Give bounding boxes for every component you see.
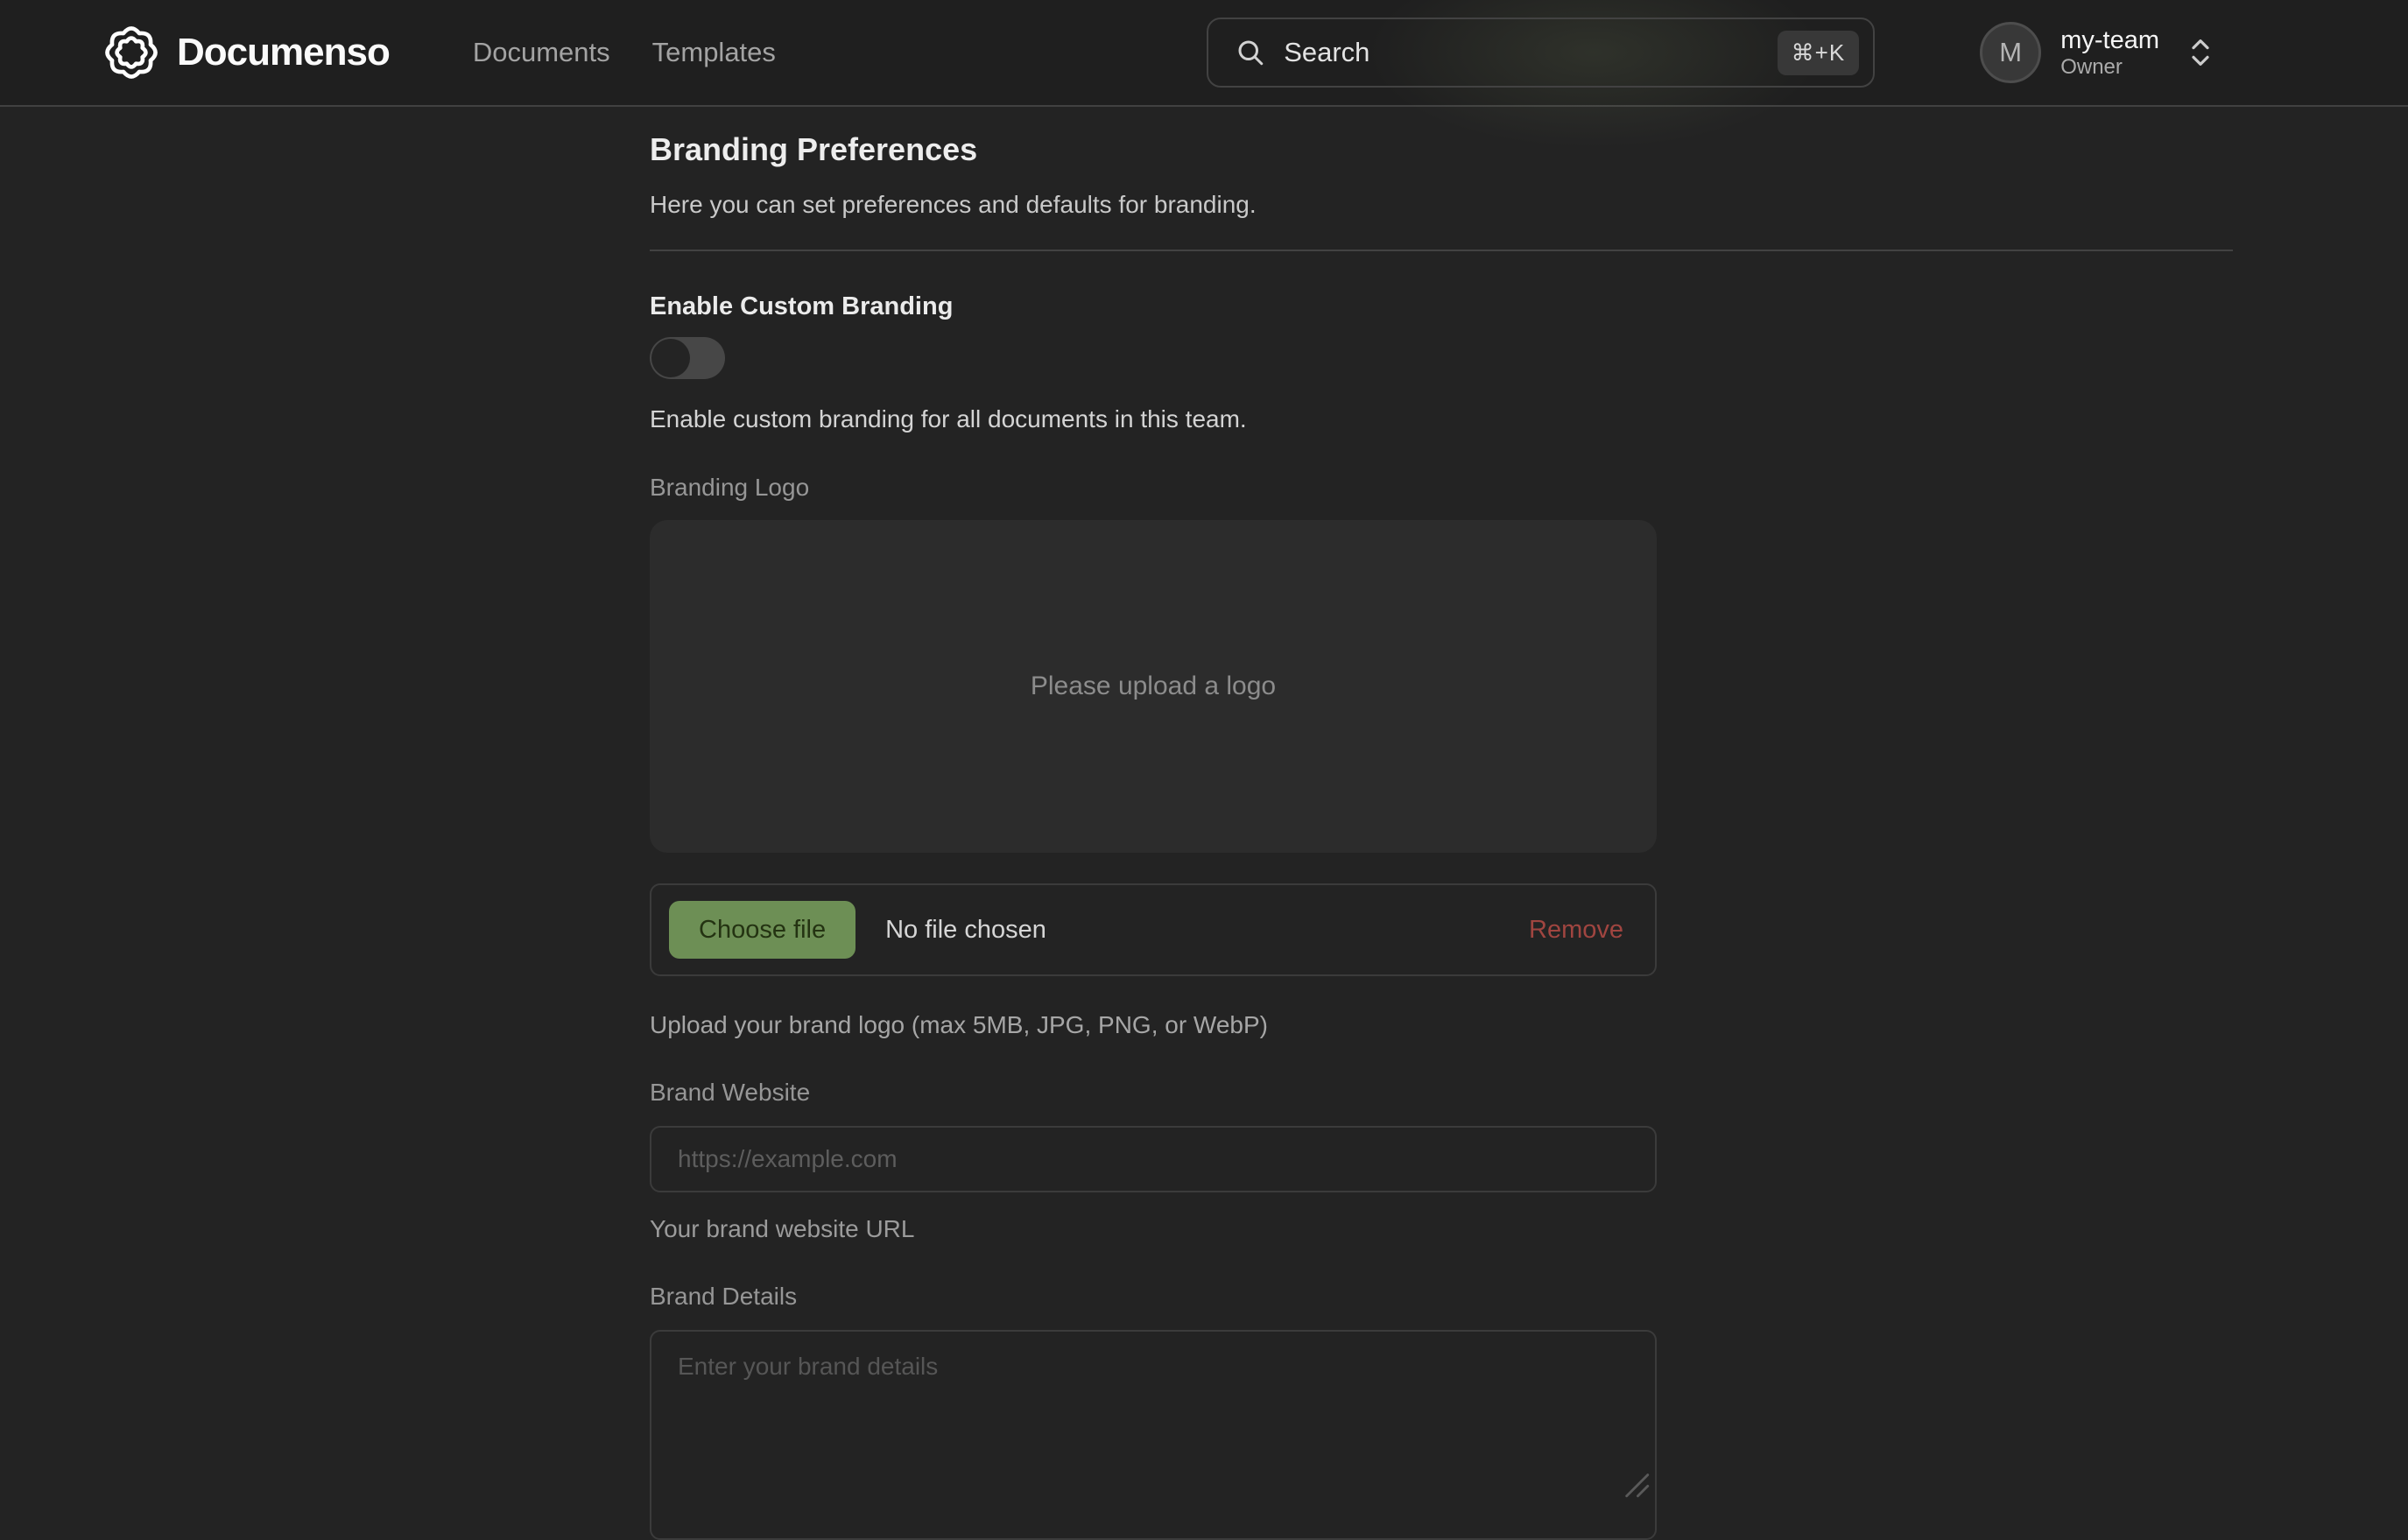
logo-upload-area[interactable]: Please upload a logo <box>650 520 1657 853</box>
remove-button[interactable]: Remove <box>1529 916 1623 945</box>
page-subtitle: Here you can set preferences and default… <box>650 190 2408 220</box>
file-input-row: Choose file No file chosen Remove <box>650 883 1657 976</box>
search-input[interactable]: Search ⌘+K <box>1207 18 1875 88</box>
team-name: my-team <box>2060 26 2159 55</box>
section-divider <box>650 250 2233 251</box>
brand-website-input[interactable] <box>650 1126 1657 1192</box>
navbar: Documenso Documents Templates Search ⌘+K… <box>0 0 2408 107</box>
avatar: M <box>1980 22 2041 83</box>
logo-helper-text: Upload your brand logo (max 5MB, JPG, PN… <box>650 1010 1657 1040</box>
account-menu[interactable]: M my-team Owner <box>1980 22 2215 83</box>
team-role: Owner <box>2060 55 2159 80</box>
branding-form: Enable Custom Branding Enable custom bra… <box>650 291 1657 1540</box>
branding-logo-label: Branding Logo <box>650 473 1657 503</box>
logo-upload-placeholder: Please upload a logo <box>1031 672 1276 701</box>
page-title: Branding Preferences <box>650 130 2408 169</box>
choose-file-button[interactable]: Choose file <box>669 901 855 959</box>
nav-link-templates[interactable]: Templates <box>652 37 776 68</box>
brand-details-field <box>650 1330 1657 1540</box>
main-nav: Documents Templates <box>473 37 776 68</box>
brand-website-label: Brand Website <box>650 1078 1657 1108</box>
toggle-knob <box>651 339 690 377</box>
main-content: Branding Preferences Here you can set pr… <box>0 130 2408 1540</box>
file-chosen-text: No file chosen <box>885 916 1046 945</box>
brand-details-label: Brand Details <box>650 1282 1657 1311</box>
documenso-logo-icon <box>100 21 163 84</box>
brand-logo[interactable]: Documenso <box>100 21 390 84</box>
enable-custom-branding-label: Enable Custom Branding <box>650 291 1657 322</box>
nav-link-documents[interactable]: Documents <box>473 37 610 68</box>
brand-details-textarea[interactable] <box>650 1330 1657 1540</box>
enable-custom-branding-toggle[interactable] <box>650 337 725 379</box>
chevron-up-down-icon <box>2186 35 2215 70</box>
enable-custom-branding-description: Enable custom branding for all documents… <box>650 404 1657 434</box>
search-icon <box>1235 37 1266 68</box>
brand-name: Documenso <box>177 31 390 74</box>
search-placeholder: Search <box>1284 37 1369 68</box>
website-helper-text: Your brand website URL <box>650 1214 1657 1244</box>
resize-handle-icon[interactable] <box>1622 1470 1651 1500</box>
search-shortcut-badge: ⌘+K <box>1778 31 1860 75</box>
account-text: my-team Owner <box>2060 26 2159 80</box>
avatar-initial: M <box>1999 37 2022 68</box>
